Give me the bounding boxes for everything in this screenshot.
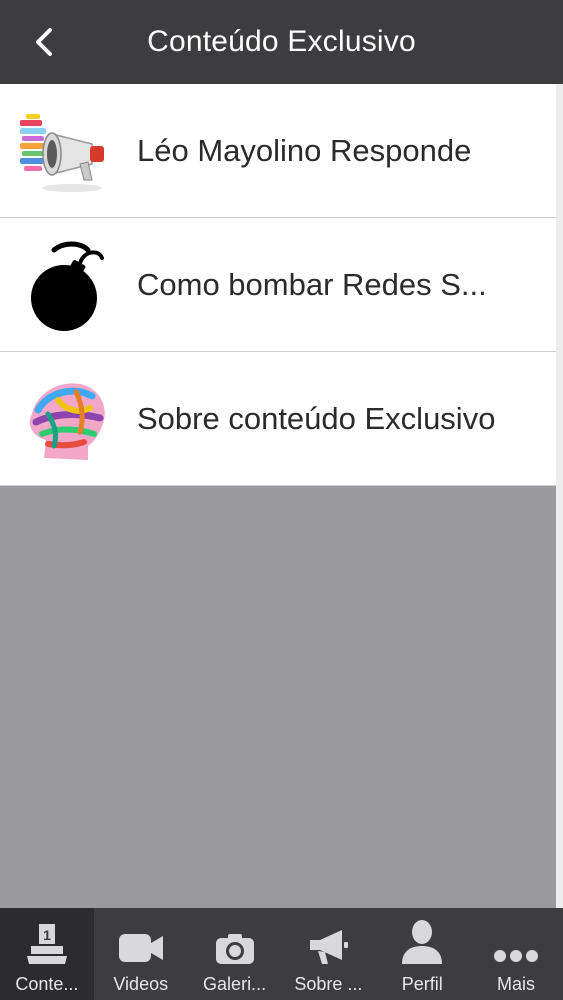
tab-label: Videos — [113, 974, 169, 994]
tab-bar: 1 Conte... Videos Galeri... Sobre ... Pe… — [0, 908, 563, 1000]
tab-label: Perfil — [401, 974, 443, 994]
tab-mais[interactable]: Mais — [469, 908, 563, 1000]
list-item[interactable]: Sobre conteúdo Exclusivo — [0, 352, 556, 486]
tab-conteudo[interactable]: 1 Conte... — [0, 908, 94, 1000]
more-dots-icon — [494, 950, 539, 962]
bomb-thumbnail — [31, 241, 104, 331]
list-item-label: Sobre conteúdo Exclusivo — [137, 400, 496, 436]
tab-perfil[interactable]: Perfil — [375, 908, 469, 1000]
page-title: Conteúdo Exclusivo — [147, 25, 416, 58]
list-item[interactable]: Como bombar Redes S... — [0, 218, 556, 352]
navigation-bar: Conteúdo Exclusivo — [0, 0, 563, 84]
list-item[interactable]: Léo Mayolino Responde — [0, 84, 556, 218]
tab-label: Mais — [497, 974, 536, 994]
list-item-label: Léo Mayolino Responde — [137, 132, 472, 168]
video-camera-icon — [118, 934, 163, 962]
list-item-label: Como bombar Redes S... — [137, 266, 487, 302]
person-icon — [402, 920, 443, 964]
megaphone-icon — [310, 930, 349, 964]
tab-label: Conte... — [15, 974, 79, 994]
tab-sobre[interactable]: Sobre ... — [281, 908, 375, 1000]
tab-label: Sobre ... — [294, 974, 363, 994]
tab-badge: 1 — [43, 927, 51, 943]
scrollbar[interactable] — [556, 84, 563, 908]
tab-videos[interactable]: Videos — [94, 908, 188, 1000]
tab-label: Galeri... — [203, 974, 267, 994]
colorful-head-thumbnail — [29, 383, 105, 460]
podium-icon: 1 — [26, 924, 67, 964]
tab-galeria[interactable]: Galeri... — [188, 908, 282, 1000]
megaphone-thumbnail — [20, 114, 104, 192]
camera-icon — [215, 934, 254, 964]
content-list: Léo Mayolino Responde Como bombar Redes … — [0, 84, 556, 486]
